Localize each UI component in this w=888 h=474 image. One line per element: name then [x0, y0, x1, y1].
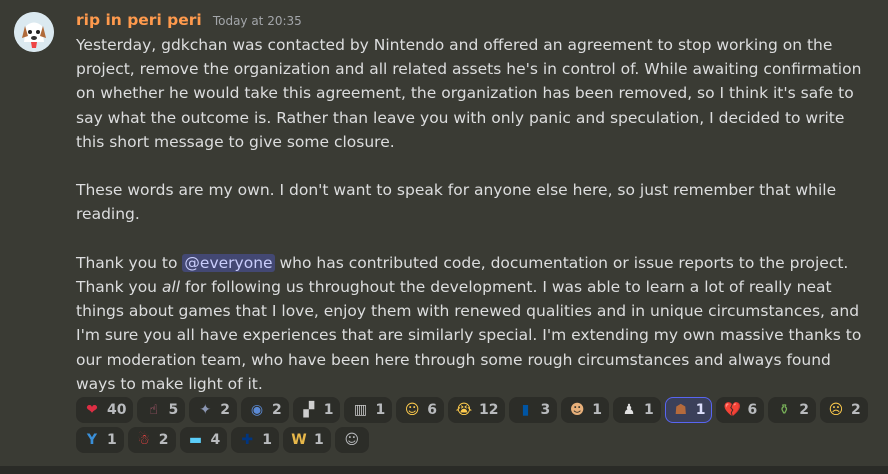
message-content: Yesterday, gdkchan was contacted by Nint… [76, 33, 866, 396]
reaction-count: 1 [592, 402, 602, 418]
reaction-button[interactable]: ☝ 5 [137, 397, 186, 423]
heart-icon: ❤ [86, 402, 98, 418]
reaction-button[interactable]: ♟ 1 [612, 397, 661, 423]
flag-finland-icon: ✚ [241, 432, 254, 448]
w-coin-icon: W [291, 432, 307, 448]
reaction-button[interactable]: ☻ 1 [561, 397, 609, 423]
reaction-count: 1 [262, 432, 272, 448]
reaction-count: 1 [323, 402, 334, 418]
reaction-button[interactable]: ☗ 1 [664, 397, 713, 423]
paragraph: These words are my own. I don't want to … [76, 181, 837, 224]
crying-face-icon: 😭 [455, 402, 473, 418]
text: Thank you to [76, 253, 183, 272]
reaction-count: 6 [427, 402, 437, 418]
reaction-count: 2 [799, 402, 809, 418]
trash-can-icon: ▥ [353, 402, 368, 418]
reactions-bar: ❤ 40 ☝ 5 ✦ 2 ◉ 2 ▞ 1 ▥ 1 ☺ 6 😭 12 ▮ 3 ☻ 1 ♟ 1 ☗ 1 💔 6 ⚱ 2 ☹ 2 Y 1 ☃ 2 ▬ 4 ✚ 1… [76, 397, 876, 453]
reaction-button[interactable]: ✦ 2 [189, 397, 237, 423]
reaction-button[interactable]: W1 [283, 427, 331, 453]
flag-trans-icon: ▬ [188, 432, 203, 448]
reaction-count: 1 [314, 432, 324, 448]
reaction-count: 1 [643, 402, 654, 418]
character-sticker-icon: ☻ [569, 402, 585, 418]
username[interactable]: rip in peri peri [76, 11, 202, 29]
dark-sticker-icon: ▞ [303, 402, 315, 418]
eye-icon: ◉ [250, 402, 264, 418]
horizontal-scrollbar[interactable] [0, 466, 888, 474]
reaction-button[interactable]: ◉ 2 [240, 397, 289, 423]
reaction-button[interactable]: ▬ 4 [179, 427, 228, 453]
broken-heart-icon: 💔 [723, 402, 742, 418]
pointing-figure-icon: ☝ [149, 402, 158, 418]
reaction-button[interactable]: ❤ 40 [76, 397, 134, 423]
santa-sticker-icon: ☃ [137, 432, 151, 448]
reaction-button[interactable]: ▞ 1 [292, 397, 341, 423]
user-avatar[interactable] [14, 12, 54, 52]
reaction-count: 2 [850, 402, 861, 418]
add-reaction-button[interactable]: ☺ [334, 427, 369, 453]
reaction-count: 3 [540, 402, 551, 418]
reaction-count: 6 [747, 402, 758, 418]
emphasis-text: all [161, 278, 181, 296]
add-reaction-icon: ☺ [344, 432, 360, 448]
message-container: rip in peri peri Today at 20:35 Yesterda… [0, 0, 888, 474]
reaction-button[interactable]: ☹ 2 [819, 397, 868, 423]
reaction-button[interactable]: ▥ 1 [344, 397, 393, 423]
bottle-icon: ⚱ [778, 402, 791, 418]
dog-sticker-icon: ☗ [674, 402, 687, 418]
chess-piece-icon: ♟ [622, 402, 636, 418]
reaction-count: 5 [168, 402, 179, 418]
everyone-mention[interactable]: @everyone [182, 253, 275, 272]
timestamp[interactable]: Today at 20:35 [213, 14, 302, 28]
reaction-count: 2 [158, 432, 169, 448]
message-header: rip in peri peri Today at 20:35 [76, 10, 302, 32]
reaction-count: 2 [271, 402, 282, 418]
reaction-count: 4 [210, 432, 221, 448]
reaction-count: 1 [107, 432, 117, 448]
y-badge-icon: Y [86, 432, 98, 448]
reaction-button[interactable]: ⚱ 2 [768, 397, 816, 423]
relieved-face-icon: ☺ [404, 402, 420, 418]
reaction-button[interactable]: ▮ 3 [509, 397, 558, 423]
reaction-button[interactable]: 💔 6 [716, 397, 765, 423]
reaction-button[interactable]: Y1 [76, 427, 124, 453]
reaction-count: 40 [107, 402, 127, 418]
paragraph: Yesterday, gdkchan was contacted by Nint… [76, 36, 862, 151]
reaction-button[interactable]: ☺ 6 [396, 397, 444, 423]
reaction-button[interactable]: ✚ 1 [231, 427, 279, 453]
reaction-count: 2 [220, 402, 230, 418]
reaction-button[interactable]: 😭 12 [447, 397, 506, 423]
reaction-count: 1 [375, 402, 386, 418]
paragraph: Thank you to @everyone who has contribut… [76, 251, 866, 396]
reaction-count: 1 [695, 402, 706, 418]
flag-france-icon: ▮ [521, 402, 530, 418]
sad-face-icon: ☹ [828, 402, 844, 418]
text: for following us throughout the developm… [76, 278, 862, 393]
fireworks-icon: ✦ [199, 402, 212, 418]
reaction-count: 12 [478, 402, 499, 418]
reaction-button[interactable]: ☃ 2 [127, 427, 176, 453]
